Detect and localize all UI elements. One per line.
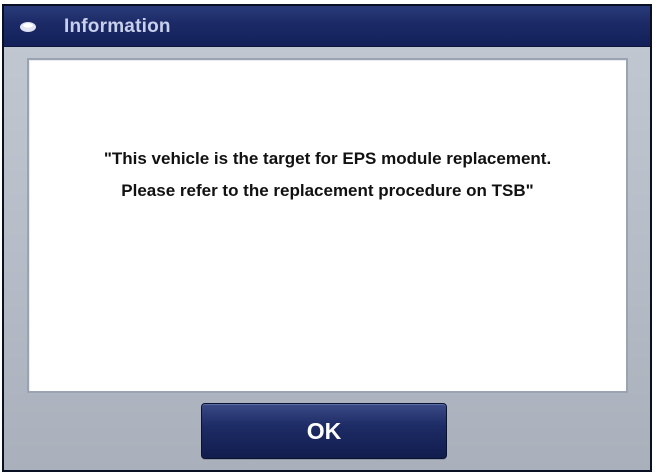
message-line-1: "This vehicle is the target for EPS modu… <box>103 149 552 168</box>
information-dialog: Information "This vehicle is the target … <box>2 4 652 472</box>
dialog-title: Information <box>64 16 171 37</box>
message-line-2: Please refer to the replacement procedur… <box>121 181 534 200</box>
dialog-title-bar: Information <box>4 6 650 47</box>
message-panel: "This vehicle is the target for EPS modu… <box>27 58 628 393</box>
info-dot-icon <box>18 20 38 32</box>
message-text: "This vehicle is the target for EPS modu… <box>29 150 626 200</box>
ok-button[interactable]: OK <box>201 403 447 459</box>
